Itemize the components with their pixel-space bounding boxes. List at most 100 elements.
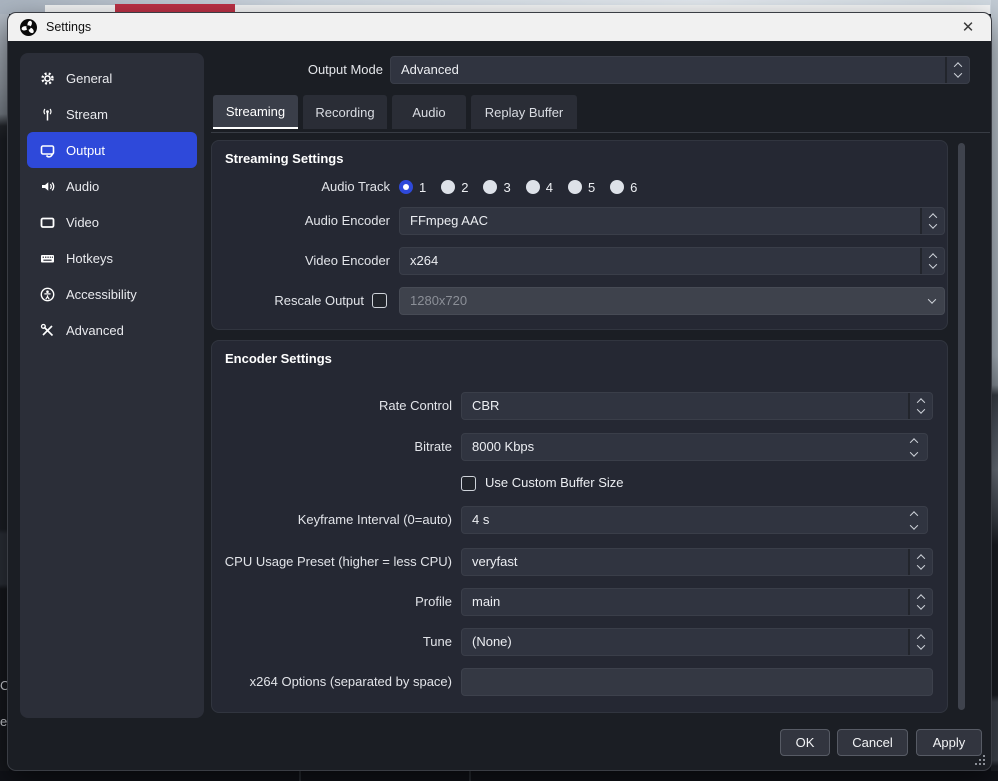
output-mode-select[interactable]: Advanced (390, 56, 970, 84)
display-icon (40, 215, 55, 230)
ok-button[interactable]: OK (780, 729, 830, 756)
sidebar-item-advanced[interactable]: Advanced (27, 312, 197, 348)
radio-label: 3 (503, 180, 510, 195)
antenna-icon (40, 107, 55, 122)
radio-icon[interactable] (483, 180, 497, 194)
radio-checked-icon[interactable] (399, 180, 413, 194)
rescale-output-checkbox[interactable] (372, 293, 387, 308)
x264-options-input[interactable] (461, 668, 933, 696)
screen: Ca er Settings ✕ (0, 0, 998, 781)
sidebar-item-output[interactable]: Output (27, 132, 197, 168)
sidebar-item-stream[interactable]: Stream (27, 96, 197, 132)
profile-select[interactable]: main (461, 588, 933, 616)
scrollbar[interactable] (957, 143, 966, 713)
chevron-updown-icon[interactable] (920, 248, 944, 274)
radio-label: 6 (630, 180, 637, 195)
cancel-button[interactable]: Cancel (837, 729, 908, 756)
audio-track-label: Audio Track (212, 173, 390, 201)
tune-value: (None) (462, 629, 908, 655)
audio-track-6[interactable]: 6 (610, 180, 637, 195)
speaker-icon (40, 179, 55, 194)
cpu-preset-label: CPU Usage Preset (higher = less CPU) (212, 548, 452, 576)
close-icon[interactable]: ✕ (953, 13, 983, 41)
audio-track-4[interactable]: 4 (526, 180, 553, 195)
tab-streaming[interactable]: Streaming (213, 95, 298, 129)
sidebar-item-label: Stream (66, 107, 108, 122)
keyframe-interval-label: Keyframe Interval (0=auto) (212, 506, 452, 534)
chevron-updown-icon[interactable] (908, 629, 932, 655)
sidebar-item-label: Advanced (66, 323, 124, 338)
output-mode-label: Output Mode (183, 56, 383, 84)
radio-label: 5 (588, 180, 595, 195)
rate-control-value: CBR (462, 393, 908, 419)
audio-encoder-select[interactable]: FFmpeg AAC (399, 207, 945, 235)
sidebar-item-label: General (66, 71, 112, 86)
background-divider (299, 771, 301, 781)
spinner-arrows-icon[interactable] (901, 507, 927, 533)
tools-icon (40, 323, 55, 338)
resize-grip[interactable] (983, 763, 985, 765)
rate-control-label: Rate Control (212, 392, 452, 420)
sidebar-item-audio[interactable]: Audio (27, 168, 197, 204)
chevron-updown-icon[interactable] (908, 393, 932, 419)
profile-label: Profile (212, 588, 452, 616)
streaming-settings-group: Streaming Settings Audio Track 1 2 3 4 5… (211, 140, 948, 330)
keyframe-interval-spinbox[interactable]: 4 s (461, 506, 928, 534)
audio-track-1[interactable]: 1 (399, 180, 426, 195)
custom-buffer-label: Use Custom Buffer Size (485, 475, 623, 492)
rate-control-select[interactable]: CBR (461, 392, 933, 420)
custom-buffer-checkbox[interactable] (461, 476, 476, 491)
gear-icon (40, 71, 55, 86)
tab-recording[interactable]: Recording (303, 95, 387, 129)
cpu-preset-select[interactable]: veryfast (461, 548, 933, 576)
sidebar-item-hotkeys[interactable]: Hotkeys (27, 240, 197, 276)
radio-icon[interactable] (568, 180, 582, 194)
audio-track-5[interactable]: 5 (568, 180, 595, 195)
keyboard-icon (40, 251, 55, 266)
bitrate-label: Bitrate (212, 433, 452, 461)
chevron-updown-icon[interactable] (945, 57, 969, 83)
tune-label: Tune (212, 628, 452, 656)
scrollbar-thumb[interactable] (958, 143, 965, 710)
radio-icon[interactable] (526, 180, 540, 194)
sidebar-item-video[interactable]: Video (27, 204, 197, 240)
chevron-updown-icon[interactable] (908, 549, 932, 575)
background-bottom-strip (0, 771, 998, 781)
sidebar-item-label: Video (66, 215, 99, 230)
titlebar[interactable]: Settings ✕ (8, 13, 991, 41)
settings-dialog: Settings ✕ General Stream (8, 13, 991, 770)
rescale-resolution-value: 1280x720 (400, 288, 920, 314)
sidebar-item-label: Audio (66, 179, 99, 194)
chevron-updown-icon[interactable] (920, 208, 944, 234)
tabs-divider (211, 132, 990, 133)
video-encoder-label: Video Encoder (212, 247, 390, 275)
audio-encoder-label: Audio Encoder (212, 207, 390, 235)
keyframe-interval-value: 4 s (462, 507, 901, 533)
radio-label: 4 (546, 180, 553, 195)
video-encoder-value: x264 (400, 248, 920, 274)
chevron-updown-icon[interactable] (908, 589, 932, 615)
tune-select[interactable]: (None) (461, 628, 933, 656)
audio-track-3[interactable]: 3 (483, 180, 510, 195)
bitrate-value: 8000 Kbps (462, 434, 901, 460)
sidebar-item-accessibility[interactable]: Accessibility (27, 276, 197, 312)
radio-label: 1 (419, 180, 426, 195)
apply-button[interactable]: Apply (916, 729, 982, 756)
tab-audio[interactable]: Audio (392, 95, 466, 129)
settings-sidebar: General Stream Output (20, 53, 204, 718)
output-mode-value: Advanced (391, 57, 945, 83)
audio-track-radio-group: 1 2 3 4 5 6 (399, 173, 637, 201)
audio-track-2[interactable]: 2 (441, 180, 468, 195)
bitrate-spinbox[interactable]: 8000 Kbps (461, 433, 928, 461)
profile-value: main (462, 589, 908, 615)
background-right-strip (991, 0, 998, 781)
sidebar-item-general[interactable]: General (27, 60, 197, 96)
spinner-arrows-icon[interactable] (901, 434, 927, 460)
radio-icon[interactable] (441, 180, 455, 194)
cpu-preset-value: veryfast (462, 549, 908, 575)
video-encoder-select[interactable]: x264 (399, 247, 945, 275)
radio-icon[interactable] (610, 180, 624, 194)
screen-output-icon (40, 143, 55, 158)
tab-replay-buffer[interactable]: Replay Buffer (471, 95, 577, 129)
rescale-output-label: Rescale Output (212, 287, 364, 315)
